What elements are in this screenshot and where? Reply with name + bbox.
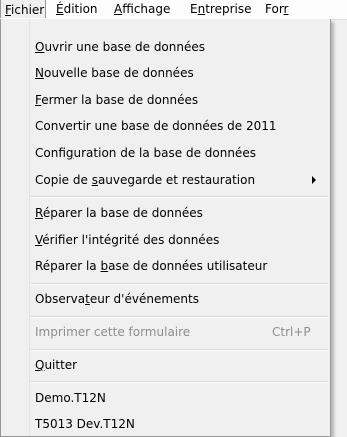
menu-item-reparer[interactable]: Réparer la base de données — [35, 203, 324, 223]
menu-item-reparer-utilisateur[interactable]: Réparer la base de données utilisateur — [35, 256, 324, 276]
menu-item-ouvrir[interactable]: Ouvrir une base de données — [35, 37, 324, 57]
menu-item-label: uration de la base de données — [73, 146, 256, 160]
menu-separator — [31, 196, 328, 198]
shortcut-label: Ctrl+P — [272, 325, 311, 339]
menu-item-verifier[interactable]: Vérifier l'intégrité des données — [35, 230, 324, 250]
menu-affichage-label: ffichage — [122, 2, 171, 16]
menu-item-convertir[interactable]: Convertir une base de données de 2011 — [35, 116, 324, 136]
mnemonic: b — [100, 259, 109, 273]
menu-entreprise-label: treprise — [205, 2, 252, 16]
menu-fichier[interactable]: Fichier — [0, 0, 46, 18]
menu-item-fermer[interactable]: Fermer la base de données — [35, 90, 324, 110]
mnemonic: N — [35, 66, 44, 80]
menu-item-label: éparer la base de données — [42, 206, 203, 220]
menu-gutter-divider — [29, 19, 30, 436]
menu-item-label: Convertir une base de données de 2011 — [35, 119, 277, 133]
menu-item-recent-file[interactable]: T5013 Dev.T12N — [35, 414, 324, 434]
menu-item-label-pre: Copie de — [35, 173, 92, 187]
menu-item-label: ouvelle base de données — [43, 66, 194, 80]
menu-edition-label: dition — [63, 2, 98, 16]
menu-item-label: eur d'événements — [89, 292, 199, 306]
menu-separator — [31, 381, 328, 383]
menu-entreprise-pre: E — [190, 2, 198, 16]
menu-separator — [31, 349, 328, 351]
menu-item-label: T5013 Dev.T12N — [35, 417, 135, 431]
menu-item-quitter[interactable]: Quitter — [35, 355, 324, 375]
menu-item-label: uitter — [44, 358, 78, 372]
menu-item-copie-sauvegarde[interactable]: Copie de sauvegarde et restauration — [35, 170, 324, 190]
menu-item-label: ase de données utilisateur — [108, 259, 268, 273]
menu-item-label: Demo.T12N — [35, 391, 106, 405]
menu-formulaire-pre: For — [265, 2, 284, 16]
menu-edition-mnemonic: É — [56, 2, 64, 16]
menu-item-label-pre: Confi — [35, 146, 66, 160]
menu-item-nouvelle[interactable]: Nouvelle base de données — [35, 63, 324, 83]
menu-item-label: auvegarde et restauration — [97, 173, 256, 187]
menu-item-recent-file[interactable]: Demo.T12N — [35, 388, 324, 408]
menu-item-configuration[interactable]: Configuration de la base de données — [35, 143, 324, 163]
menu-entreprise[interactable]: Entreprise — [186, 0, 251, 19]
menu-formulaire-mnemonic: r — [283, 2, 289, 16]
menu-item-label-pre: Réparer la — [35, 259, 101, 273]
menu-item-label: uvrir une base de données — [44, 40, 206, 54]
menu-fichier-label: ichier — [11, 3, 45, 17]
menu-item-label: érifier l'intégrité des données — [42, 233, 220, 247]
menu-item-imprimer: Imprimer cette formulaire Ctrl+P — [35, 322, 324, 342]
menu-item-label: Imprimer cette formulaire — [35, 325, 191, 339]
menu-item-label-pre: Observa — [35, 292, 86, 306]
menu-affichage-mnemonic: A — [114, 2, 123, 16]
chevron-right-icon — [312, 176, 316, 184]
mnemonic: R — [35, 206, 43, 220]
menu-separator — [31, 316, 328, 318]
fichier-dropdown-menu: Ouvrir une base de données Nouvelle base… — [0, 19, 331, 437]
menu-affichage[interactable]: Affichage — [110, 0, 170, 19]
menu-separator — [31, 283, 328, 285]
menu-formulaire[interactable]: Forr — [261, 0, 288, 19]
mnemonic: g — [65, 146, 74, 160]
menu-item-label: ermer la base de données — [41, 93, 199, 107]
menu-item-observateur[interactable]: Observateur d'événements — [35, 289, 324, 309]
menu-edition[interactable]: Édition — [52, 0, 98, 19]
menu-bar: Fichier Édition Affichage Entreprise For… — [0, 0, 347, 20]
